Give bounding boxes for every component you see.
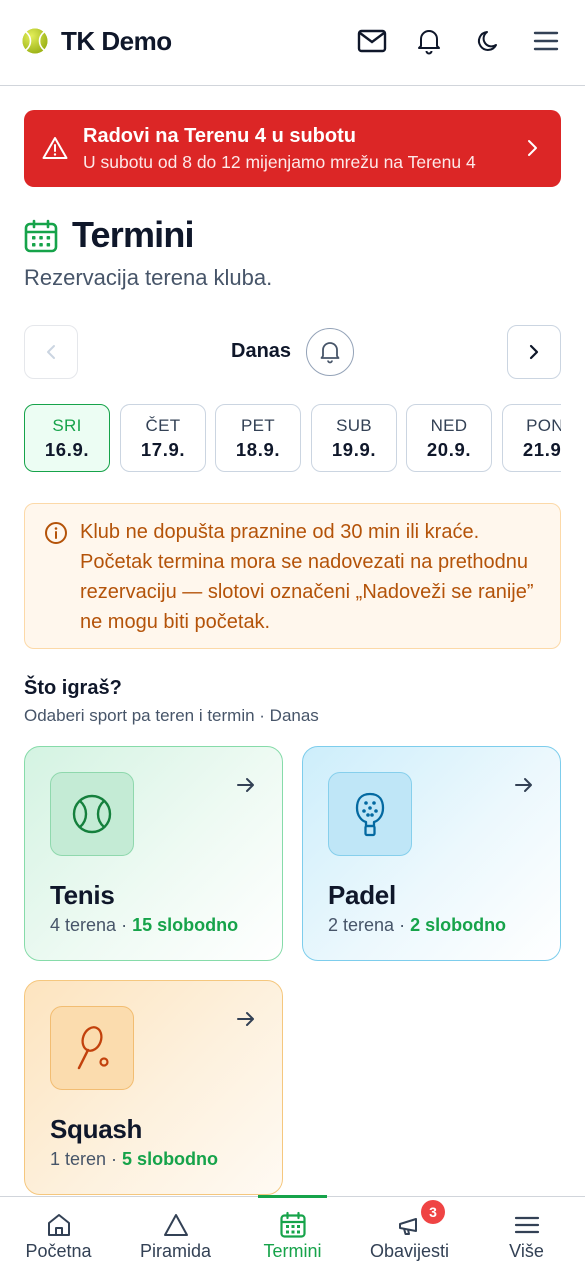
- mail-icon[interactable]: [357, 26, 387, 56]
- arrow-right-icon: [237, 778, 254, 792]
- banner-text: U subotu od 8 do 12 mijenjamo mrežu na T…: [83, 152, 476, 172]
- day-date: 20.9.: [426, 439, 472, 460]
- day-chip[interactable]: ČET 17.9.: [120, 404, 206, 472]
- sport-meta: 4 terena · 15 slobodno: [50, 915, 238, 936]
- current-date-label: Danas: [231, 340, 292, 362]
- booking-rule-notice: Klub ne dopušta praznine od 30 min ili k…: [24, 503, 561, 649]
- nav-pyramid[interactable]: Piramida: [117, 1197, 234, 1266]
- day-chip[interactable]: SRI 16.9.: [24, 404, 110, 472]
- day-name: SRI: [52, 416, 82, 435]
- sport-card-padel[interactable]: Padel 2 terena · 2 slobodno: [302, 746, 561, 961]
- day-date: 19.9.: [331, 439, 377, 460]
- sport-meta: 1 teren · 5 slobodno: [50, 1149, 218, 1170]
- day-name: ČET: [145, 416, 181, 435]
- sport-meta: 2 terena · 2 slobodno: [328, 915, 506, 936]
- banner-title: Radovi na Terenu 4 u subotu: [83, 125, 356, 147]
- calendar-icon: [279, 1211, 306, 1238]
- home-icon: [47, 1214, 70, 1236]
- nav-label: Početna: [25, 1241, 92, 1261]
- day-chip[interactable]: SUB 19.9.: [311, 404, 397, 472]
- bell-icon: [320, 342, 340, 364]
- bottom-navigation: Početna Piramida Termini 3 Obavijesti Vi…: [0, 1195, 585, 1266]
- chevron-right-icon: [528, 140, 537, 156]
- info-icon: [45, 522, 67, 544]
- day-name: SUB: [336, 416, 372, 435]
- day-chip[interactable]: PET 18.9.: [215, 404, 301, 472]
- sport-card-tenis[interactable]: Tenis 4 terena · 15 slobodno: [24, 746, 283, 961]
- notice-text: Klub ne dopušta praznine od 30 min ili k…: [80, 521, 534, 633]
- meta-separator: ·: [116, 915, 133, 935]
- app-title: TK Demo: [61, 26, 172, 56]
- free-slots: 5 slobodno: [122, 1149, 219, 1169]
- sport-name: Padel: [328, 880, 396, 910]
- meta-separator: ·: [394, 915, 411, 935]
- page-subtitle: Rezervacija terena kluba.: [24, 265, 273, 290]
- nav-label: Više: [509, 1241, 544, 1261]
- nav-termini[interactable]: Termini: [234, 1197, 351, 1266]
- day-date: 16.9.: [44, 439, 90, 460]
- nav-more[interactable]: Više: [468, 1197, 585, 1266]
- day-name: NED: [430, 416, 468, 435]
- squash-racket-icon: [50, 1006, 134, 1090]
- moon-icon[interactable]: [474, 26, 504, 56]
- free-slots: 15 slobodno: [132, 915, 239, 935]
- day-chip[interactable]: PON 21.9.: [502, 404, 561, 472]
- page-title: Termini: [72, 214, 195, 255]
- nav-label: Obavijesti: [369, 1241, 450, 1261]
- date-notify-button[interactable]: [306, 328, 354, 376]
- sport-name: Tenis: [50, 880, 115, 910]
- notification-badge: 3: [421, 1200, 445, 1224]
- menu-icon: [514, 1216, 539, 1234]
- court-count: 2 terena: [328, 915, 395, 935]
- day-name: PET: [241, 416, 275, 435]
- nav-home[interactable]: Početna: [0, 1197, 117, 1266]
- nav-notifications[interactable]: 3 Obavijesti: [351, 1197, 468, 1266]
- sport-name: Squash: [50, 1114, 143, 1144]
- free-slots: 2 slobodno: [410, 915, 507, 935]
- warning-icon: [42, 137, 68, 159]
- day-date: 21.9.: [522, 439, 561, 460]
- arrow-right-icon: [237, 1012, 254, 1026]
- nav-label: Termini: [263, 1241, 322, 1261]
- sport-card-squash[interactable]: Squash 1 teren · 5 slobodno: [24, 980, 283, 1195]
- section-title: Što igraš?: [24, 677, 122, 699]
- next-day-button[interactable]: [507, 325, 561, 379]
- section-subtitle: Odaberi sport pa teren i termin · Danas: [24, 706, 319, 725]
- tennis-ball-icon: [50, 772, 134, 856]
- day-chip[interactable]: NED 20.9.: [406, 404, 492, 472]
- day-date: 18.9.: [235, 439, 281, 460]
- chevron-left-icon: [47, 345, 55, 359]
- megaphone-icon: [398, 1218, 417, 1235]
- chevron-right-icon: [529, 344, 539, 360]
- announcement-banner[interactable]: Radovi na Terenu 4 u subotu U subotu od …: [24, 110, 561, 187]
- meta-separator: ·: [106, 1149, 123, 1169]
- court-count: 4 terena: [50, 915, 117, 935]
- court-count: 1 teren: [50, 1149, 107, 1169]
- nav-label: Piramida: [139, 1241, 212, 1261]
- triangle-icon: [163, 1214, 188, 1236]
- tennis-ball-logo-icon: [22, 28, 48, 54]
- day-date: 17.9.: [140, 439, 186, 460]
- menu-icon[interactable]: [531, 26, 561, 56]
- previous-day-button[interactable]: [24, 325, 78, 379]
- day-selector: SRI 16.9. ČET 17.9. PET 18.9. SUB 19.9. NED 2…: [24, 404, 561, 474]
- bell-icon[interactable]: [414, 26, 444, 56]
- arrow-right-icon: [515, 778, 532, 792]
- app-header: TK Demo: [0, 0, 585, 86]
- day-name: PON: [526, 416, 561, 435]
- calendar-icon: [24, 219, 58, 253]
- padel-racket-icon: [328, 772, 412, 856]
